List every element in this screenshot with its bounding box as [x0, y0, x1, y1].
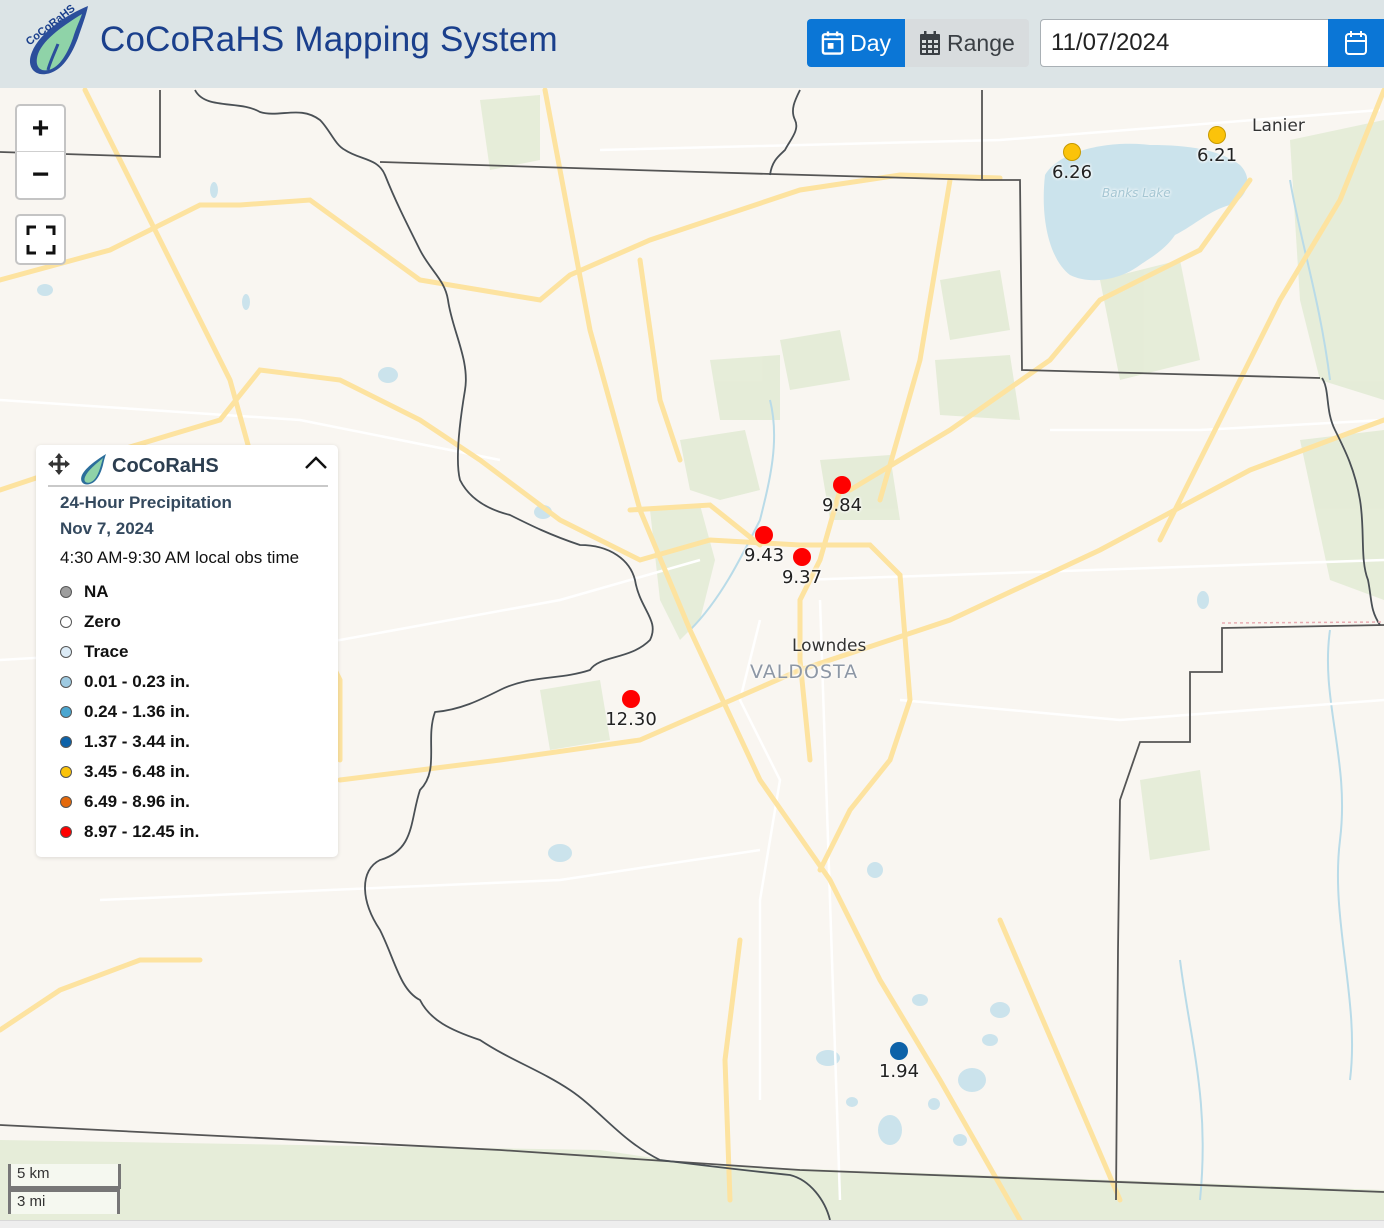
- legend-date: Nov 7, 2024: [60, 519, 154, 538]
- fullscreen-button[interactable]: [15, 214, 66, 265]
- legend-label: Trace: [84, 642, 129, 661]
- legend-title: 24-Hour Precipitation: [60, 493, 232, 512]
- legend-swatch: [60, 706, 72, 718]
- legend-obs-time: 4:30 AM-9:30 AM local obs time: [60, 548, 300, 567]
- legend-swatch: [60, 586, 72, 598]
- station-value: 9.84: [821, 495, 863, 516]
- station-dot: [793, 548, 811, 566]
- legend-item: 1.37 - 3.44 in.: [60, 727, 199, 757]
- legend-label: 0.24 - 1.36 in.: [84, 702, 190, 721]
- scale-metric: 5 km: [8, 1164, 121, 1189]
- legend-header: CoCoRaHS: [48, 451, 328, 487]
- fullscreen-icon: [26, 225, 55, 254]
- station-dot: [622, 690, 640, 708]
- date-input[interactable]: [1040, 19, 1328, 67]
- legend-items: NA Zero Trace 0.01 - 0.23 in. 0.24 - 1.3…: [60, 577, 199, 847]
- zoom-out-button[interactable]: −: [17, 152, 64, 198]
- legend-item: 0.24 - 1.36 in.: [60, 697, 199, 727]
- day-button-label: Day: [850, 29, 891, 56]
- legend-panel: CoCoRaHS 24-Hour Precipitation Nov 7, 20…: [36, 445, 338, 857]
- place-label-valdosta: VALDOSTA: [750, 661, 859, 683]
- legend-label: 8.97 - 12.45 in.: [84, 822, 200, 841]
- place-label-banks-lake: Banks Lake: [1102, 186, 1171, 200]
- legend-swatch: [60, 646, 72, 658]
- legend-item: 3.45 - 6.48 in.: [60, 757, 199, 787]
- legend-brand: CoCoRaHS: [112, 455, 219, 477]
- station-dot: [1208, 126, 1226, 144]
- calendar-grid-icon: [920, 31, 940, 55]
- station-value: 6.21: [1196, 145, 1238, 166]
- footer-strip: [0, 1220, 1384, 1228]
- app-title: CoCoRaHS Mapping System: [100, 20, 558, 59]
- legend-swatch: [60, 826, 72, 838]
- mode-toggle: Day Range: [807, 19, 1029, 67]
- station-value: 6.26: [1051, 162, 1093, 183]
- zoom-in-button[interactable]: +: [17, 106, 64, 152]
- legend-item: Trace: [60, 637, 199, 667]
- cocorahs-logo-icon: CoCoRaHS: [24, 4, 88, 75]
- legend-item: NA: [60, 577, 199, 607]
- legend-swatch: [60, 796, 72, 808]
- legend-swatch: [60, 766, 72, 778]
- legend-label: 6.49 - 8.96 in.: [84, 792, 190, 811]
- move-icon[interactable]: [48, 453, 70, 475]
- station-value: 9.43: [743, 545, 785, 566]
- station-dot: [1063, 143, 1081, 161]
- zoom-control: + −: [15, 104, 66, 200]
- range-button-label: Range: [947, 29, 1015, 56]
- legend-item: 6.49 - 8.96 in.: [60, 787, 199, 817]
- calendar-day-icon: [821, 31, 844, 55]
- calendar-icon: [1345, 31, 1367, 55]
- station-value: 9.37: [781, 567, 823, 588]
- day-button[interactable]: Day: [807, 19, 905, 67]
- station-dot: [890, 1042, 908, 1060]
- chevron-up-icon[interactable]: [304, 453, 328, 473]
- date-picker-button[interactable]: [1328, 19, 1384, 67]
- station-value: 1.94: [878, 1061, 920, 1082]
- legend-label: Zero: [84, 612, 121, 631]
- legend-item: 8.97 - 12.45 in.: [60, 817, 199, 847]
- cocorahs-drop-icon: [81, 454, 106, 485]
- legend-item: 0.01 - 0.23 in.: [60, 667, 199, 697]
- legend-swatch: [60, 736, 72, 748]
- scale-imperial: 3 mi: [8, 1189, 120, 1214]
- station-dot: [833, 476, 851, 494]
- legend-swatch: [60, 616, 72, 628]
- station-value: 12.30: [605, 709, 657, 730]
- station-dot: [755, 526, 773, 544]
- legend-label: 0.01 - 0.23 in.: [84, 672, 190, 691]
- range-button[interactable]: Range: [905, 19, 1029, 67]
- legend-swatch: [60, 676, 72, 688]
- place-label-lanier: Lanier: [1252, 116, 1305, 136]
- legend-item: Zero: [60, 607, 199, 637]
- header-bar: CoCoRaHS CoCoRaHS Mapping System Day Ran…: [0, 0, 1384, 88]
- scale-bar: 5 km 3 mi: [8, 1164, 121, 1214]
- legend-label: 3.45 - 6.48 in.: [84, 762, 190, 781]
- legend-label: NA: [84, 582, 109, 601]
- place-label-lowndes: Lowndes: [792, 636, 867, 656]
- map-canvas[interactable]: Lanier Banks Lake Lowndes VALDOSTA 6.26 …: [0, 88, 1384, 1220]
- legend-label: 1.37 - 3.44 in.: [84, 732, 190, 751]
